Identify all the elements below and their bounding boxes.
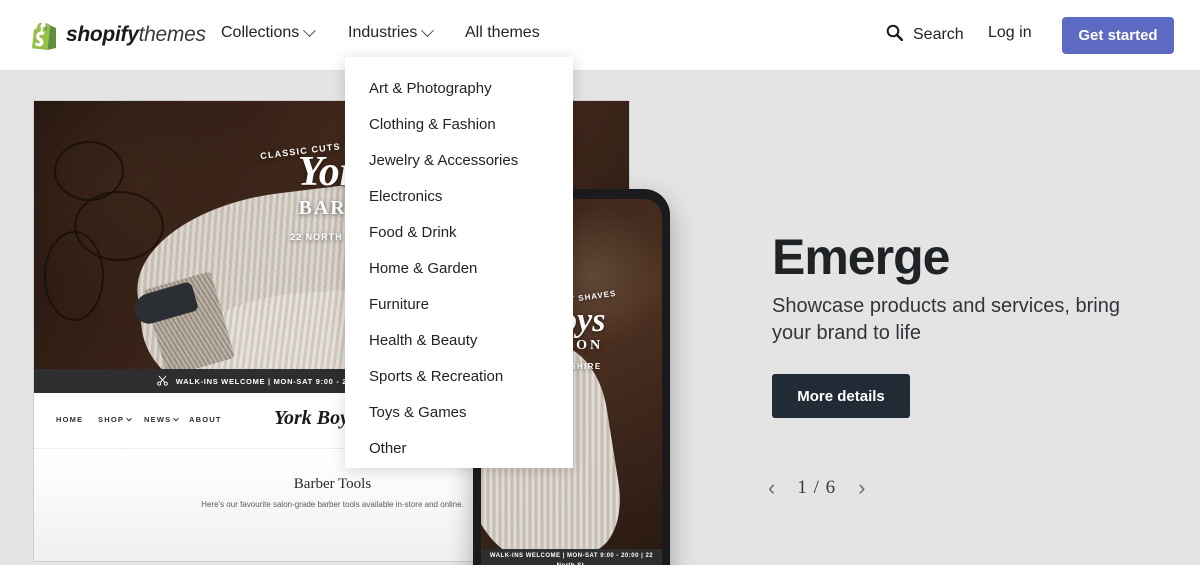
- logo-shopify-text: shopify: [66, 23, 139, 46]
- phone-announcement-line1: WALK-INS WELCOME | MON-SAT 9:00 - 20:00 …: [489, 552, 654, 565]
- dropdown-item-home-garden[interactable]: Home & Garden: [345, 251, 573, 287]
- industries-dropdown-menu: Art & Photography Clothing & Fashion Jew…: [345, 57, 573, 468]
- site-header: shopifythemes Collections Industries All…: [0, 0, 1200, 71]
- store-nav-about[interactable]: ABOUT: [189, 415, 222, 424]
- store-nav-shop-label: SHOP: [98, 415, 125, 424]
- store-nav-home[interactable]: HOME: [56, 415, 83, 424]
- shopify-themes-logo[interactable]: shopifythemes: [32, 20, 206, 50]
- nav-all-themes-label: All themes: [465, 24, 540, 41]
- scissors-icon: [156, 375, 168, 388]
- nav-item-industries[interactable]: Industries: [348, 23, 435, 42]
- dropdown-item-sports-recreation[interactable]: Sports & Recreation: [345, 359, 573, 395]
- store-nav-news[interactable]: NEWS: [144, 415, 180, 424]
- nav-item-collections[interactable]: Collections: [221, 23, 317, 42]
- nav-collections-label: Collections: [221, 24, 300, 41]
- chevron-right-icon[interactable]: ›: [858, 477, 865, 499]
- dropdown-item-health-beauty[interactable]: Health & Beauty: [345, 323, 573, 359]
- shopify-bag-icon: [32, 20, 58, 50]
- dropdown-item-toys-games[interactable]: Toys & Games: [345, 395, 573, 431]
- login-button[interactable]: Log in: [988, 24, 1032, 42]
- store-nav-about-label: ABOUT: [189, 415, 222, 424]
- get-started-button[interactable]: Get started: [1062, 17, 1174, 54]
- logo-themes-text: themes: [138, 23, 206, 46]
- theme-title: Emerge: [772, 229, 950, 285]
- chevron-down-icon: [173, 415, 180, 421]
- dropdown-item-art-photography[interactable]: Art & Photography: [345, 71, 573, 107]
- store-nav-news-label: NEWS: [144, 415, 172, 424]
- nav-industries-label: Industries: [348, 24, 418, 41]
- theme-carousel-controls: ‹ 1 / 6 ›: [768, 477, 865, 499]
- store-nav-shop[interactable]: SHOP: [98, 415, 132, 424]
- chevron-down-icon: [303, 23, 317, 37]
- dropdown-item-jewelry-accessories[interactable]: Jewelry & Accessories: [345, 143, 573, 179]
- logo-wordmark: shopifythemes: [66, 23, 206, 47]
- chevron-left-icon[interactable]: ‹: [768, 477, 775, 499]
- theme-showcase-stage: CLASSIC CUTS & STRAIGHT SHAVES York & BA…: [0, 71, 1200, 565]
- search-label: Search: [913, 26, 964, 43]
- more-details-button[interactable]: More details: [772, 374, 910, 418]
- chevron-down-icon: [421, 23, 435, 37]
- search-icon: [886, 24, 904, 46]
- dropdown-item-other[interactable]: Other: [345, 431, 573, 467]
- chevron-down-icon: [126, 415, 132, 421]
- photo-cable: [44, 231, 104, 321]
- theme-description: Showcase products and services, bring yo…: [772, 295, 1120, 344]
- carousel-counter: 1 / 6: [797, 477, 837, 498]
- search-button[interactable]: Search: [886, 24, 964, 46]
- dropdown-item-electronics[interactable]: Electronics: [345, 179, 573, 215]
- dropdown-item-furniture[interactable]: Furniture: [345, 287, 573, 323]
- store-nav-home-label: HOME: [56, 415, 84, 424]
- dropdown-item-food-drink[interactable]: Food & Drink: [345, 215, 573, 251]
- phone-announcement-bar: WALK-INS WELCOME | MON-SAT 9:00 - 20:00 …: [481, 549, 662, 565]
- nav-item-all-themes[interactable]: All themes: [465, 24, 540, 42]
- dropdown-item-clothing-fashion[interactable]: Clothing & Fashion: [345, 107, 573, 143]
